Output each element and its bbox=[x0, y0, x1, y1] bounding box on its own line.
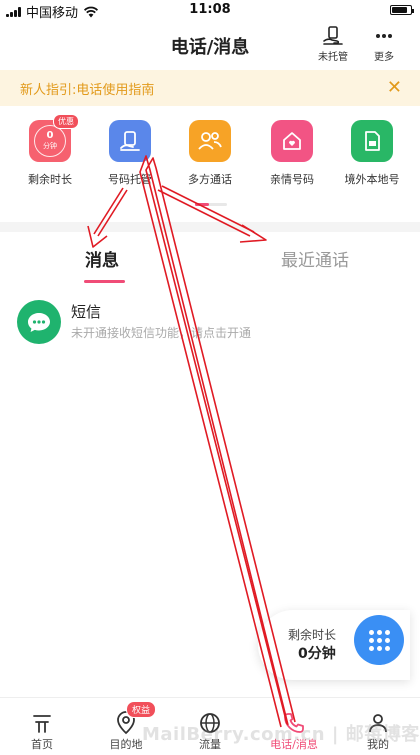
remaining-circle: 0 分钟 bbox=[34, 125, 66, 157]
more-label: 更多 bbox=[374, 52, 394, 63]
untrust-label: 未托管 bbox=[318, 52, 348, 63]
remaining-time-value: 0分钟 bbox=[298, 646, 336, 662]
sms-title: 短信 bbox=[71, 303, 102, 321]
page-title: 电话/消息 bbox=[170, 37, 250, 58]
quick-action-remaining-time[interactable]: 0 分钟 优惠 剩余时长 bbox=[11, 114, 89, 187]
dialpad-button[interactable] bbox=[354, 615, 404, 665]
nav-header: 电话/消息 未托管 更多 bbox=[0, 20, 420, 68]
home-icon bbox=[30, 710, 54, 736]
quick-action-multi-party-call[interactable]: 多方通话 bbox=[171, 120, 249, 187]
battery-icon bbox=[390, 5, 414, 15]
quick-actions-scroll-indicator bbox=[195, 203, 227, 206]
guide-banner-text: 新人指引:电话使用指南 bbox=[20, 82, 155, 98]
untrust-button[interactable]: 未托管 bbox=[314, 26, 352, 63]
more-dots-icon bbox=[376, 34, 392, 38]
quick-action-family-number[interactable]: 亲情号码 bbox=[253, 120, 331, 187]
tabbar-item-home[interactable]: 首页 bbox=[0, 698, 84, 755]
status-bar: 中国移动 11:08 bbox=[0, 0, 420, 21]
tabs: 消息 最近通话 bbox=[0, 232, 420, 286]
remaining-value: 0 bbox=[46, 130, 54, 141]
family-heart-icon bbox=[271, 120, 313, 162]
dialpad-icon bbox=[368, 629, 390, 651]
tab-recent-calls[interactable]: 最近通话 bbox=[281, 246, 349, 271]
sim-card-icon bbox=[351, 120, 393, 162]
quick-action-overseas-number[interactable]: 境外本地号 bbox=[333, 120, 411, 187]
tab-active-indicator bbox=[84, 280, 125, 283]
more-button[interactable]: 更多 bbox=[369, 26, 399, 63]
promo-badge: 优惠 bbox=[53, 114, 79, 129]
remaining-time-label: 剩余时长 bbox=[288, 628, 337, 642]
clock-icon: 0 分钟 优惠 bbox=[29, 114, 79, 162]
quick-action-label: 境外本地号 bbox=[344, 173, 400, 186]
close-icon[interactable]: ✕ bbox=[387, 79, 402, 97]
quick-action-number-hosting[interactable]: 号码托管 bbox=[91, 120, 169, 187]
section-divider bbox=[0, 222, 420, 232]
quick-action-label: 多方通话 bbox=[188, 173, 232, 186]
quick-action-label: 号码托管 bbox=[108, 173, 152, 186]
status-time: 11:08 bbox=[189, 2, 231, 17]
remaining-time-card[interactable]: 剩余时长 0分钟 bbox=[258, 610, 410, 680]
phone-hosting-icon bbox=[109, 120, 151, 162]
group-call-icon bbox=[189, 120, 231, 162]
tab-messages[interactable]: 消息 bbox=[85, 246, 119, 271]
sms-description: 未开通接收短信功能，请点击开通 bbox=[71, 326, 252, 340]
quick-actions: 0 分钟 优惠 剩余时长 号码托管 多方通话 亲情号码 境外本地号 bbox=[0, 114, 420, 200]
hand-phone-icon bbox=[323, 26, 343, 45]
remaining-unit: 分钟 bbox=[43, 142, 57, 150]
benefits-badge: 权益 bbox=[126, 701, 157, 718]
watermark: MailBerry.com.cn | 邮莓博客 bbox=[142, 724, 420, 745]
sms-list-item[interactable]: 短信 未开通接收短信功能，请点击开通 bbox=[0, 297, 420, 347]
sms-chat-icon bbox=[17, 300, 61, 344]
tabbar-label: 首页 bbox=[31, 738, 53, 751]
tabbar-label: 目的地 bbox=[109, 738, 143, 751]
guide-banner[interactable]: 新人指引:电话使用指南 ✕ bbox=[0, 70, 420, 106]
quick-action-label: 剩余时长 bbox=[28, 173, 72, 186]
quick-action-label: 亲情号码 bbox=[270, 173, 314, 186]
